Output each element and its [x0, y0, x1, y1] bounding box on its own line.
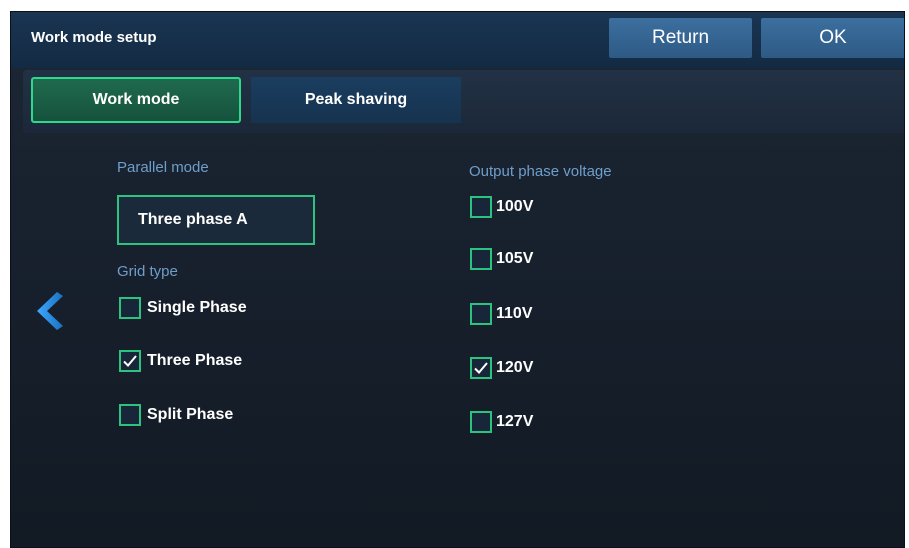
tab-bar: Work mode Peak shaving	[23, 70, 904, 133]
option-label: Split Phase	[147, 406, 234, 423]
checkbox[interactable]	[470, 411, 492, 433]
voltage-option-105v[interactable]: 105V	[470, 248, 533, 270]
option-label: 100V	[496, 198, 534, 215]
voltage-option-110v[interactable]: 110V	[470, 303, 532, 325]
grid-type-label: Grid type	[117, 263, 178, 280]
checkmark-icon	[123, 355, 137, 367]
grid-type-option-three-phase[interactable]: Three Phase	[119, 350, 242, 372]
tab-peak-shaving[interactable]: Peak shaving	[251, 77, 461, 123]
parallel-mode-label: Parallel mode	[117, 159, 209, 176]
checkbox[interactable]	[119, 297, 141, 319]
option-label: 120V	[496, 359, 534, 376]
option-label: Single Phase	[147, 299, 247, 316]
checkbox[interactable]	[119, 404, 141, 426]
checkbox[interactable]	[470, 196, 492, 218]
checkbox-checked[interactable]	[119, 350, 141, 372]
tab-work-mode[interactable]: Work mode	[31, 77, 241, 123]
option-label: 127V	[496, 413, 534, 430]
page-title: Work mode setup	[31, 29, 157, 46]
voltage-option-120v[interactable]: 120V	[470, 357, 533, 379]
return-button[interactable]: Return	[609, 18, 752, 58]
title-bar: Work mode setup Return OK	[11, 12, 904, 68]
checkbox[interactable]	[470, 248, 492, 270]
option-label: Three Phase	[147, 352, 243, 369]
ok-button[interactable]: OK	[761, 18, 904, 58]
grid-type-option-split-phase[interactable]: Split Phase	[119, 404, 233, 426]
voltage-option-100v[interactable]: 100V	[470, 196, 533, 218]
option-label: 105V	[496, 250, 534, 267]
checkbox-checked[interactable]	[470, 357, 492, 379]
grid-type-option-single-phase[interactable]: Single Phase	[119, 297, 247, 319]
voltage-option-127v[interactable]: 127V	[470, 411, 533, 433]
checkbox[interactable]	[470, 303, 492, 325]
checkmark-icon	[474, 362, 488, 374]
work-mode-setup-screen: Work mode setup Return OK Work mode Peak…	[10, 11, 905, 548]
output-phase-voltage-label: Output phase voltage	[469, 163, 612, 180]
parallel-mode-select[interactable]: Three phase A	[117, 195, 315, 245]
option-label: 110V	[496, 305, 533, 322]
chevron-left-icon[interactable]	[35, 290, 63, 337]
